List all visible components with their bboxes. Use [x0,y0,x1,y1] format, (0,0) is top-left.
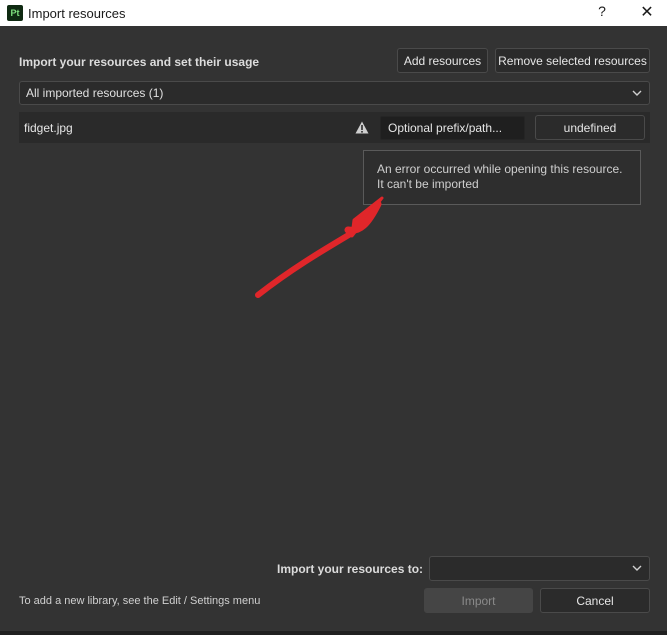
app-badge-text: Pt [10,8,20,18]
tooltip-line-1: An error occurred while opening this res… [377,162,623,176]
cancel-button[interactable]: Cancel [540,588,650,613]
warning-icon[interactable] [355,121,369,134]
prefix-path-input[interactable]: Optional prefix/path... [380,116,525,140]
error-tooltip: An error occurred while opening this res… [363,150,641,205]
remove-selected-resources-button[interactable]: Remove selected resources [495,48,650,73]
resource-row[interactable]: fidget.jpg Optional prefix/path... undef… [19,112,650,143]
chevron-down-icon [632,90,642,96]
close-button[interactable]: ✕ [636,2,658,24]
chevron-down-icon [632,565,642,571]
app-logo-icon: Pt [7,5,23,21]
import-to-label: Import your resources to: [277,562,424,576]
window-bottom-edge [0,631,667,635]
title-bar: Pt Import resources ? ✕ [0,0,667,26]
prefix-path-placeholder: Optional prefix/path... [388,121,503,135]
help-button[interactable]: ? [593,3,611,23]
window-title: Import resources [28,6,126,21]
usage-button[interactable]: undefined [535,115,645,140]
resource-filename: fidget.jpg [24,121,73,135]
page-heading: Import your resources and set their usag… [19,55,260,69]
annotation-arrow [255,196,384,298]
resource-filter-value: All imported resources (1) [26,86,164,100]
resource-filter-select[interactable]: All imported resources (1) [19,81,650,105]
add-resources-button[interactable]: Add resources [397,48,488,73]
library-settings-note: To add a new library, see the Edit / Set… [19,595,261,607]
tooltip-line-2: It can't be imported [377,177,479,191]
import-button[interactable]: Import [424,588,533,613]
import-destination-select[interactable] [429,556,650,581]
